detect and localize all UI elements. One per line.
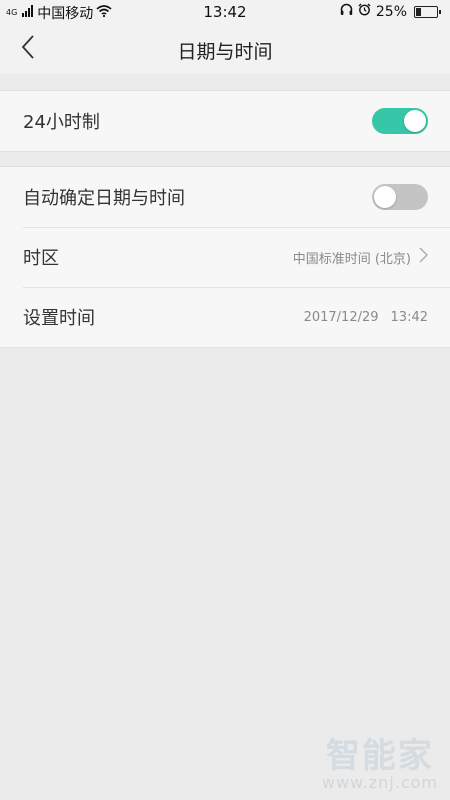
setting-label-24h: 24小时制 — [23, 112, 100, 133]
headphone-icon — [340, 3, 353, 20]
header-bar: 日期与时间 — [0, 24, 450, 74]
watermark-logo: 智能家 www.znj.com — [322, 728, 438, 792]
timezone-value: 中国标准时间 (北京) — [292, 251, 411, 267]
setting-row-auto-datetime[interactable]: 自动确定日期与时间 — [0, 167, 450, 227]
watermark-brand: 智能家 — [325, 736, 434, 776]
status-right: 25% — [340, 3, 441, 20]
setting-label-set-time: 设置时间 — [23, 308, 95, 329]
section-date-time: 自动确定日期与时间 时区 中国标准时间 (北京) 设置时间 2017/12/29… — [0, 166, 450, 348]
battery-fill — [416, 7, 421, 16]
battery-icon — [414, 5, 441, 18]
setting-label-auto-datetime: 自动确定日期与时间 — [23, 188, 185, 209]
setting-row-24h[interactable]: 24小时制 — [0, 91, 450, 151]
set-time-date: 2017/12/29 — [303, 309, 379, 325]
section-time-format: 24小时制 — [0, 90, 450, 152]
toggle-knob — [374, 186, 396, 208]
timezone-value-group: 中国标准时间 (北京) — [293, 247, 428, 267]
set-time-time: 13:42 — [390, 309, 428, 325]
battery-percent: 25% — [375, 3, 407, 20]
toggle-24h-switch[interactable] — [372, 108, 428, 134]
status-bar: 4G 中国移动 13:42 25% — [0, 0, 450, 24]
page-title: 日期与时间 — [177, 41, 273, 63]
watermark-url: www.znj.com — [321, 773, 438, 792]
set-time-value-group: 2017/12/29 13:42 — [304, 310, 428, 325]
setting-label-timezone: 时区 — [23, 248, 59, 269]
chevron-right-icon — [419, 247, 428, 267]
toggle-auto-datetime-switch[interactable] — [372, 184, 428, 210]
alarm-icon — [358, 3, 371, 20]
setting-row-set-time[interactable]: 设置时间 2017/12/29 13:42 — [0, 287, 450, 347]
screen: 4G 中国移动 13:42 25% 日期与时间 24小时制 自动确定日期与时间 … — [0, 0, 450, 800]
setting-row-timezone[interactable]: 时区 中国标准时间 (北京) — [0, 227, 450, 287]
toggle-knob — [404, 110, 426, 132]
